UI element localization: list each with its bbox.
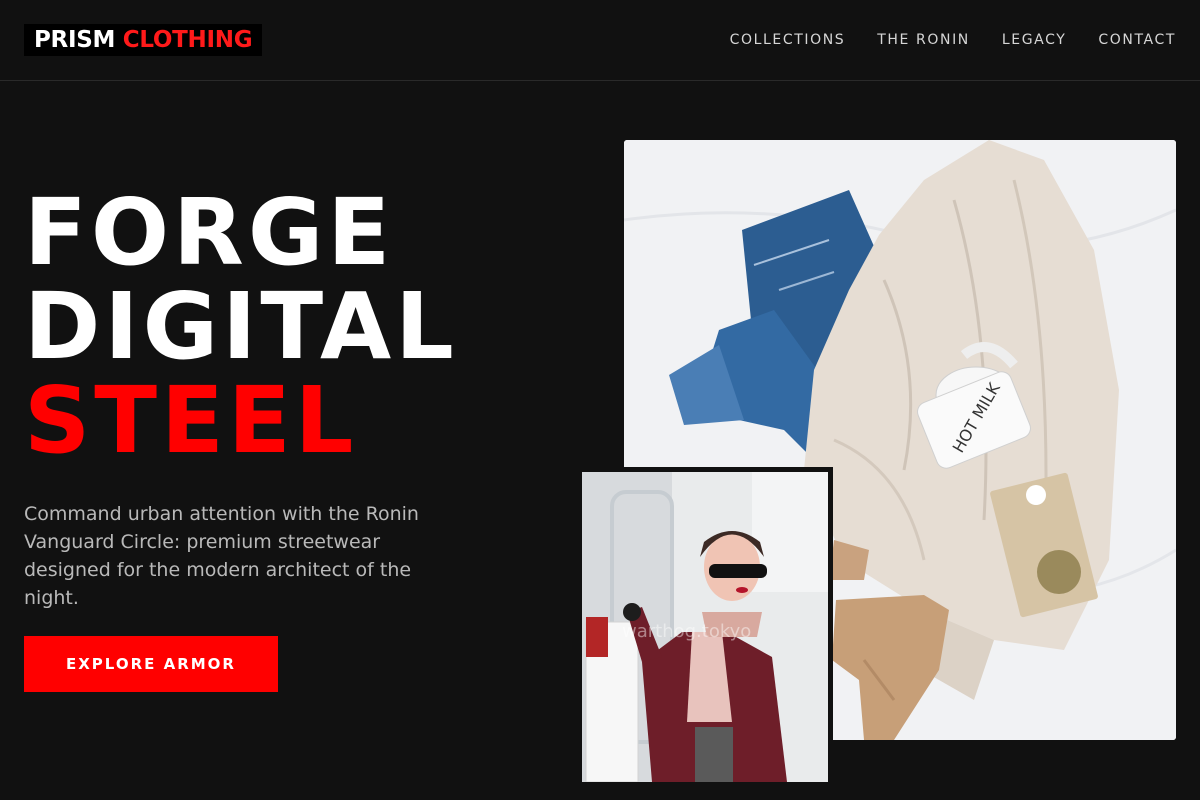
nav-legacy[interactable]: LEGACY — [1002, 30, 1067, 50]
hero-description: Command urban attention with the Ronin V… — [24, 503, 419, 609]
site-header: PRISM CLOTHING COLLECTIONS THE RONIN LEG… — [0, 0, 1200, 81]
hero-title: FORGE DIGITAL STEEL — [24, 186, 458, 468]
hero-title-line1: FORGE — [24, 179, 395, 286]
watermark-text: warthog.tokyo — [622, 621, 751, 642]
brand-name-part1: PRISM — [34, 27, 116, 53]
nav-the-ronin[interactable]: THE RONIN — [877, 30, 970, 50]
hero-title-line2: DIGITAL — [24, 273, 458, 380]
explore-armor-button[interactable]: EXPLORE ARMOR — [24, 636, 278, 692]
nav-contact[interactable]: CONTACT — [1098, 30, 1176, 50]
brand-name-part2: CLOTHING — [122, 27, 253, 53]
brand-logo[interactable]: PRISM CLOTHING — [24, 24, 263, 56]
main-nav: COLLECTIONS THE RONIN LEGACY CONTACT — [730, 30, 1176, 50]
model-portrait-image: warthog.tokyo — [577, 467, 833, 787]
hero-title-line3: STEEL — [24, 367, 358, 474]
nav-collections[interactable]: COLLECTIONS — [730, 30, 846, 50]
